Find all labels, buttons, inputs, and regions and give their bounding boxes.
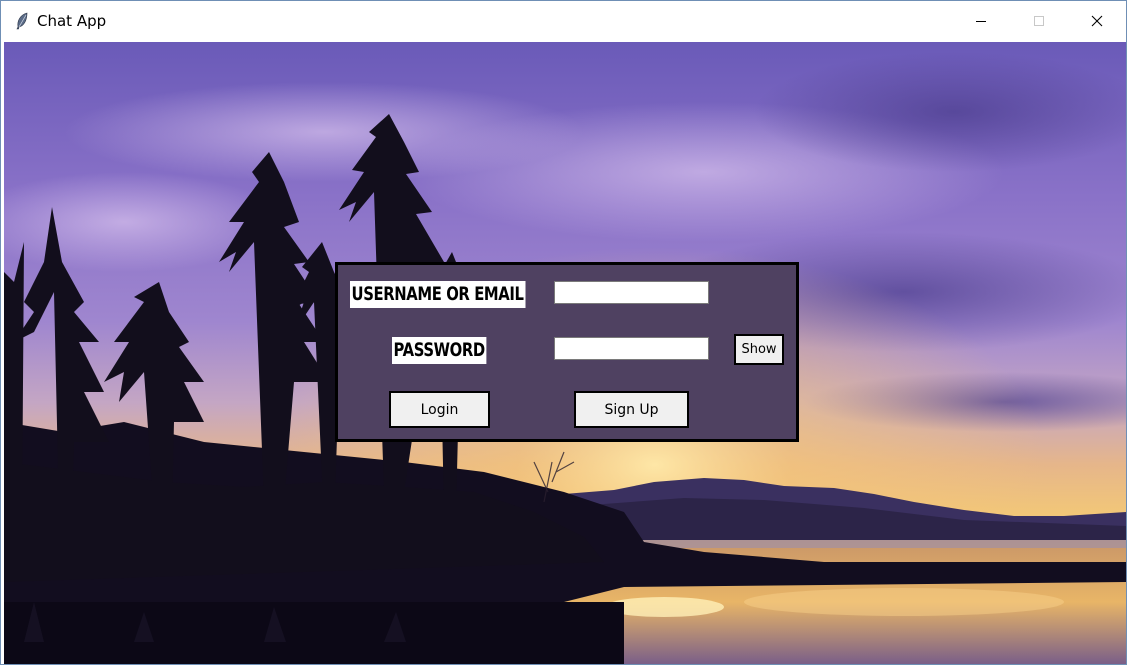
title-bar[interactable]: Chat App: [1, 1, 1126, 40]
minimize-icon: [976, 20, 986, 22]
password-label: PASSWORD: [392, 337, 487, 364]
close-icon: [1091, 15, 1103, 26]
feather-icon: [14, 12, 30, 30]
password-input[interactable]: [554, 337, 709, 360]
close-button[interactable]: [1068, 1, 1126, 40]
maximize-button[interactable]: [1010, 1, 1068, 40]
username-label: USERNAME OR EMAIL: [350, 281, 526, 308]
login-button[interactable]: Login: [389, 391, 490, 428]
window-title: Chat App: [37, 11, 107, 30]
window-controls: [952, 1, 1126, 40]
window-content: USERNAME OR EMAIL PASSWORD Show Login Si…: [4, 42, 1126, 664]
app-window: Chat App USERNAME OR EMAIL PASSWORD Show…: [0, 0, 1127, 665]
minimize-button[interactable]: [952, 1, 1010, 40]
show-password-button[interactable]: Show: [734, 334, 784, 365]
login-panel: USERNAME OR EMAIL PASSWORD Show Login Si…: [335, 262, 799, 442]
username-input[interactable]: [554, 281, 709, 304]
maximize-icon: [1034, 15, 1044, 26]
signup-button[interactable]: Sign Up: [574, 391, 689, 428]
